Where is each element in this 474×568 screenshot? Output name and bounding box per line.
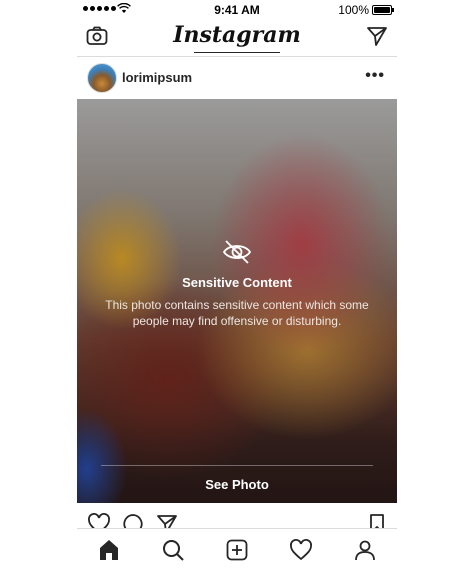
phone-screen: 9:41 AM 100% Instagram lorimipsum ••• Se…	[77, 0, 397, 568]
eye-slash-icon	[222, 240, 252, 264]
sensitive-content-description: This photo contains sensitive content wh…	[105, 298, 369, 328]
post-header: lorimipsum •••	[77, 57, 397, 99]
logo-underline	[194, 52, 280, 53]
overlay-divider	[101, 465, 373, 466]
paper-plane-icon[interactable]	[365, 24, 389, 48]
post-username[interactable]: lorimipsum	[122, 70, 192, 85]
more-options-icon[interactable]: •••	[365, 67, 385, 85]
search-icon[interactable]	[161, 538, 185, 562]
avatar[interactable]	[87, 63, 117, 93]
add-post-icon[interactable]	[225, 538, 249, 562]
battery-icon	[372, 5, 394, 15]
sensitive-photo: Sensitive Content This photo contains se…	[77, 99, 397, 503]
see-photo-button[interactable]: See Photo	[77, 475, 397, 499]
status-bar: 9:41 AM 100%	[77, 0, 397, 20]
sensitive-content-title: Sensitive Content	[182, 275, 292, 290]
top-nav-bar: Instagram	[77, 20, 397, 57]
home-icon[interactable]	[97, 538, 121, 562]
profile-icon[interactable]	[353, 538, 377, 562]
battery-percentage: 100%	[338, 3, 369, 17]
instagram-logo: Instagram	[173, 22, 301, 48]
activity-heart-icon[interactable]	[289, 538, 313, 562]
bottom-tab-bar	[77, 528, 397, 568]
